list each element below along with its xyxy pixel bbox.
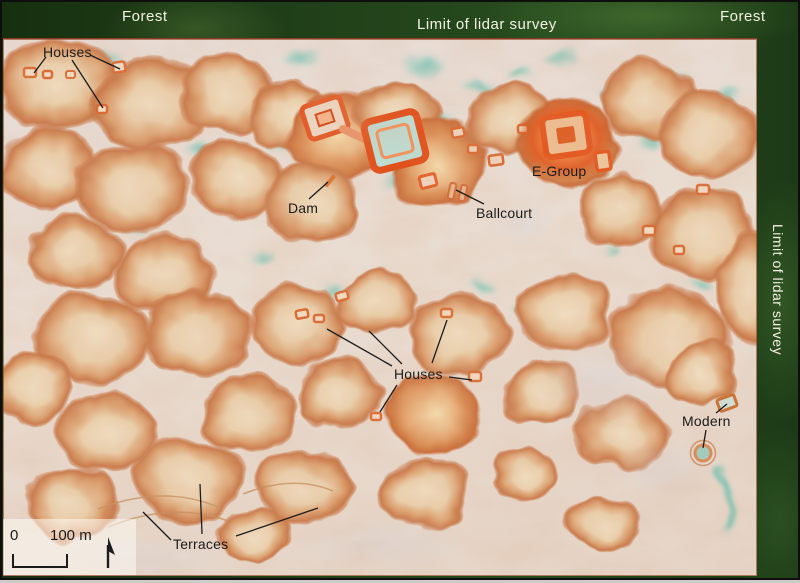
lidar-map [3, 38, 757, 576]
e-group-label: E-Group [532, 163, 586, 179]
lidar-limit-label-right: Limit of lidar survey [770, 224, 786, 355]
scale-zero-label: 0 [10, 527, 18, 544]
lidar-limit-label-top: Limit of lidar survey [417, 16, 557, 33]
ballcourt-label: Ballcourt [476, 205, 532, 221]
page-edge [0, 579, 800, 583]
forest-label-right: Forest [720, 8, 766, 25]
dam-label: Dam [288, 200, 318, 216]
terraces-label: Terraces [173, 536, 228, 552]
lidar-survey-figure: Forest Limit of lidar survey Forest Limi… [0, 0, 800, 583]
forest-label-left: Forest [122, 8, 168, 25]
houses-center-label: Houses [394, 366, 443, 382]
terrain-svg [3, 39, 757, 576]
scale-distance-label: 100 m [50, 527, 92, 544]
modern-label: Modern [682, 413, 731, 429]
houses-nw-label: Houses [43, 44, 92, 60]
